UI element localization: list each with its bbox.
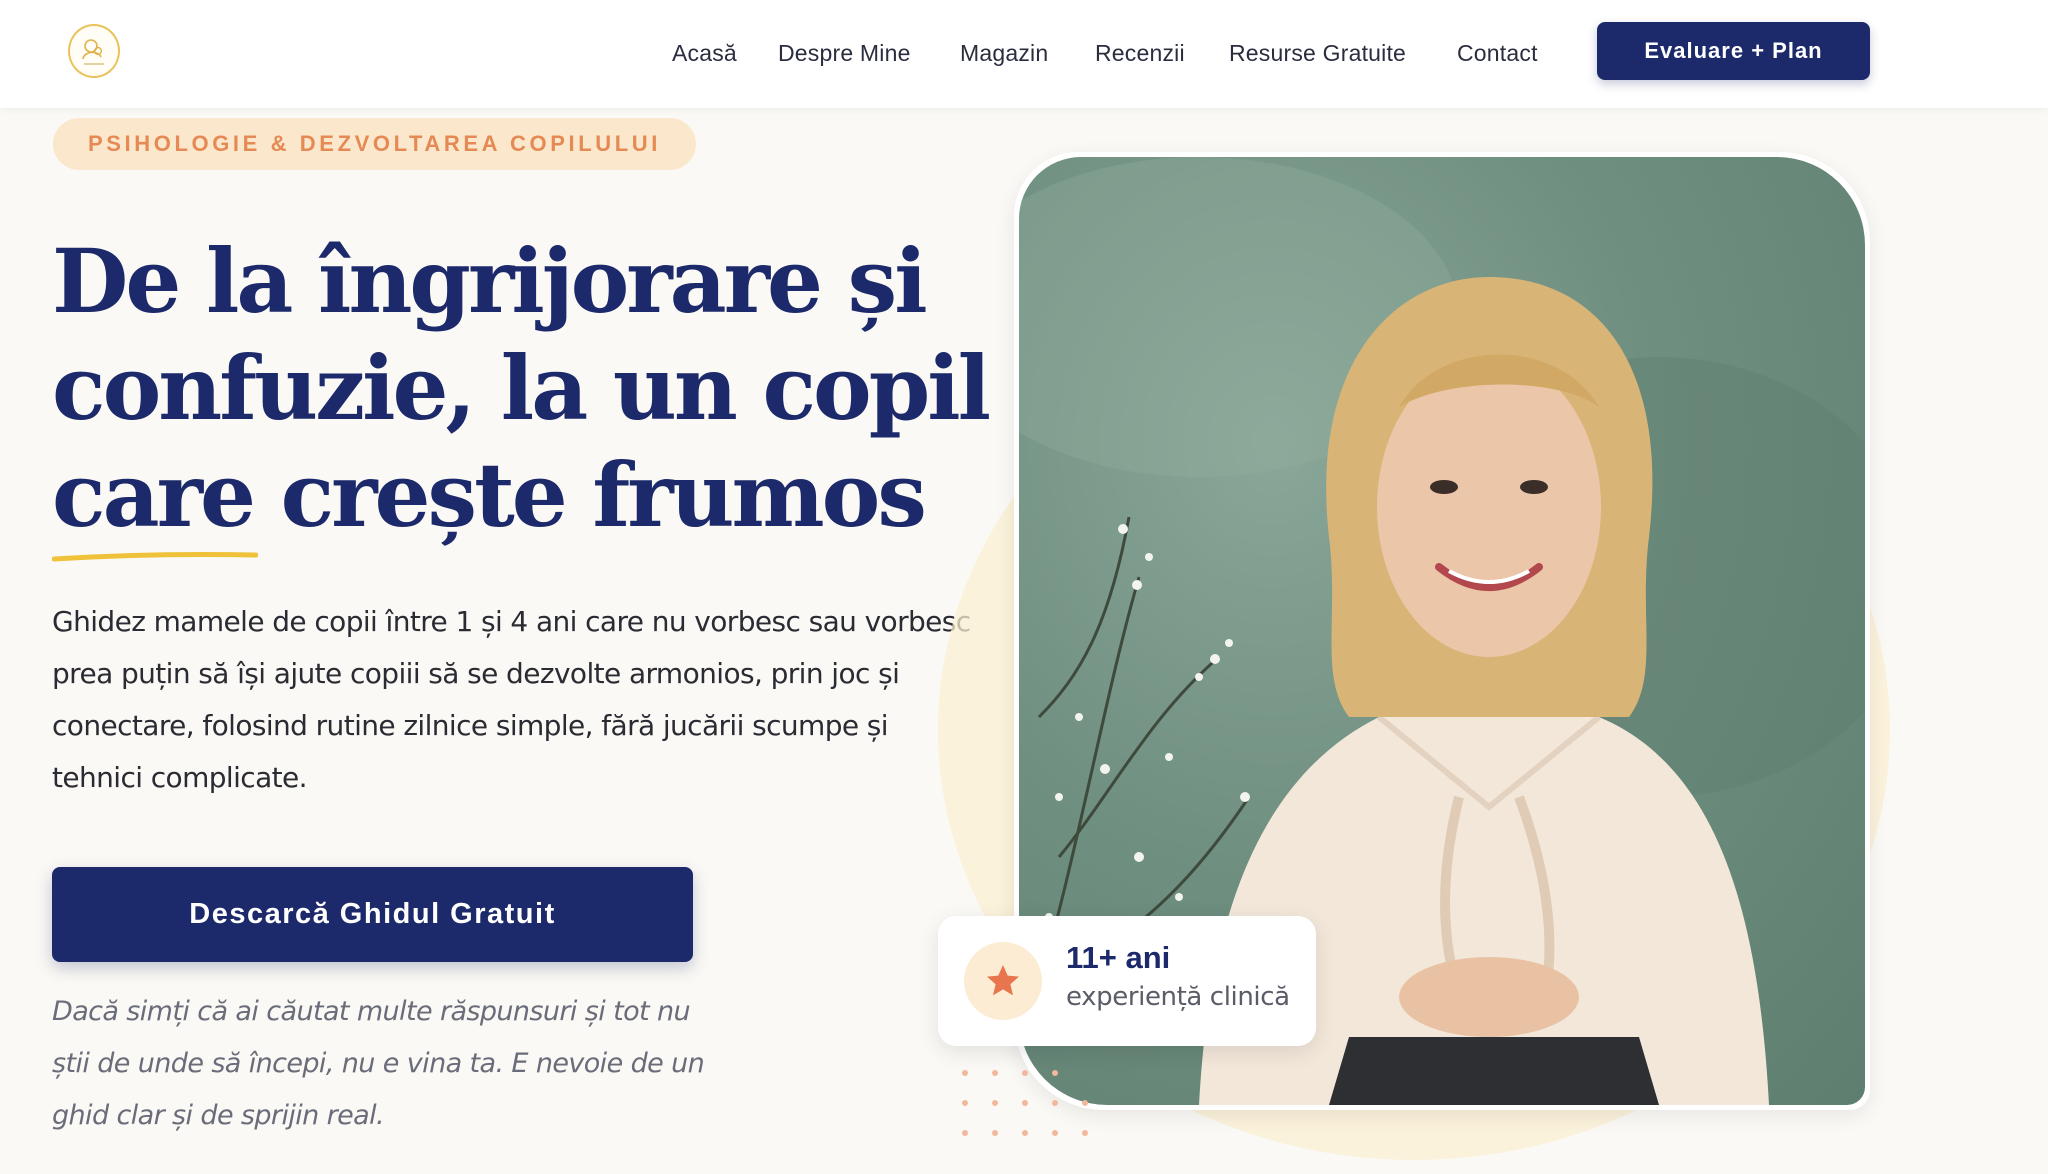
download-guide-button[interactable]: Descarcă Ghidul Gratuit	[52, 867, 693, 962]
star-icon	[964, 942, 1042, 1020]
nav-item-magazin[interactable]: Magazin	[960, 40, 1048, 67]
nav-item-recenzii[interactable]: Recenzii	[1095, 40, 1185, 67]
evaluare-plan-button[interactable]: Evaluare + Plan	[1597, 22, 1870, 80]
note-line: ghid clar și de sprijin real.	[52, 1100, 385, 1131]
site-header: Acasă Despre Mine Magazin Recenzii Resur…	[0, 0, 2048, 108]
nav-item-contact[interactable]: Contact	[1457, 40, 1538, 67]
intro-line: conectare, folosind rutine zilnice simpl…	[52, 709, 889, 742]
hero-intro-text: Ghidez mamele de copii între 1 și 4 ani …	[52, 596, 971, 804]
intro-line: prea puțin să își ajute copiii să se dez…	[52, 657, 900, 690]
experience-label: experiență clinică	[1066, 982, 1290, 1012]
intro-line: Ghidez mamele de copii între 1 și 4 ani …	[52, 605, 971, 638]
site-logo[interactable]	[68, 24, 120, 78]
experience-years: 11+ ani	[1066, 940, 1171, 975]
hero-headline: De la îngrijorare și confuzie, la un cop…	[52, 228, 991, 549]
headline-line: care crește frumos	[52, 443, 927, 547]
dots-decoration	[962, 1070, 1088, 1136]
category-tag: PSIHOLOGIE & DEZVOLTAREA COPILULUI	[53, 118, 696, 170]
headline-underline-decoration	[52, 552, 258, 562]
logo-mother-child-icon	[82, 39, 104, 65]
headline-line: De la îngrijorare și	[52, 229, 928, 333]
note-line: Dacă simți că ai căutat multe răspunsuri…	[52, 996, 691, 1027]
nav-item-acasa[interactable]: Acasă	[672, 40, 737, 67]
experience-badge: 11+ ani experiență clinică	[938, 916, 1316, 1046]
intro-line: tehnici complicate.	[52, 761, 308, 794]
nav-item-despre-mine[interactable]: Despre Mine	[778, 40, 911, 67]
hero-reassurance-note: Dacă simți că ai căutat multe răspunsuri…	[52, 986, 705, 1142]
note-line: știi de unde să începi, nu e vina ta. E …	[52, 1048, 705, 1079]
headline-line: confuzie, la un copil	[52, 336, 991, 440]
nav-item-resurse-gratuite[interactable]: Resurse Gratuite	[1229, 40, 1406, 67]
